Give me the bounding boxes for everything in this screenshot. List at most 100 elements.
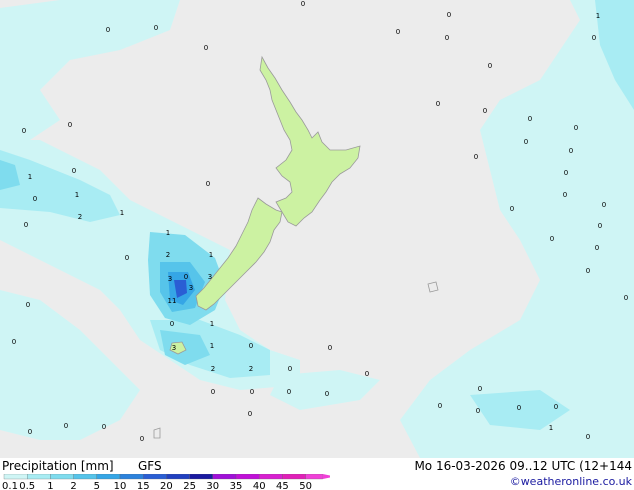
- scale-label: 25: [183, 481, 196, 490]
- point-value: 0: [517, 404, 521, 412]
- point-value: 0: [249, 342, 253, 350]
- point-value: 0: [26, 301, 30, 309]
- scale-label: 35: [230, 481, 243, 490]
- point-value: 0: [288, 365, 292, 373]
- point-value: 0: [12, 338, 16, 346]
- point-value: 0: [72, 167, 76, 175]
- scale-swatch: [305, 474, 323, 480]
- scale-swatch: [259, 474, 283, 480]
- point-value: 0: [287, 388, 291, 396]
- credit-link[interactable]: ©weatheronline.co.uk: [510, 475, 632, 488]
- point-value: 1: [596, 12, 600, 20]
- point-value: 0: [68, 121, 72, 129]
- point-value: 1: [28, 173, 32, 181]
- point-value: 0: [569, 147, 573, 155]
- point-value: 0: [592, 34, 596, 42]
- point-value: 2: [211, 365, 215, 373]
- scale-label: 20: [160, 481, 173, 490]
- point-value: 0: [211, 388, 215, 396]
- scale-swatch: [73, 474, 97, 480]
- model-name: GFS: [138, 459, 162, 473]
- legend-title: Precipitation [mm]: [2, 459, 114, 473]
- point-value: 0: [206, 180, 210, 188]
- point-value: 0: [488, 62, 492, 70]
- point-value: 0: [365, 370, 369, 378]
- point-value: 0: [64, 422, 68, 430]
- point-value: 0: [624, 294, 628, 302]
- point-value: 0: [33, 195, 37, 203]
- point-value: 0: [602, 201, 606, 209]
- scale-label: 2: [70, 481, 76, 490]
- point-value: 3: [168, 275, 172, 283]
- scale-label: 0.5: [19, 481, 35, 490]
- point-value: 0: [528, 115, 532, 123]
- point-value: 0: [396, 28, 400, 36]
- scale-label: 15: [137, 481, 150, 490]
- scale-swatch: [212, 474, 237, 480]
- scale-swatch: [235, 474, 260, 480]
- point-value: 0: [28, 428, 32, 436]
- point-value: 11: [168, 297, 177, 305]
- scale-arrow: [322, 474, 330, 479]
- point-value: 0: [22, 127, 26, 135]
- point-value: 0: [447, 11, 451, 19]
- scale-label: 45: [276, 481, 289, 490]
- point-value: 0: [586, 433, 590, 441]
- point-value: 0: [170, 320, 174, 328]
- scale-swatch: [96, 474, 121, 480]
- scale-swatch: [50, 474, 74, 480]
- point-value: 0: [563, 191, 567, 199]
- point-value: 3: [172, 344, 176, 352]
- point-value: 0: [436, 100, 440, 108]
- point-value: 0: [476, 407, 480, 415]
- point-value: 0: [125, 254, 129, 262]
- scale-label: 5: [94, 481, 100, 490]
- point-value: 0: [595, 244, 599, 252]
- point-value: 0: [550, 235, 554, 243]
- scale-swatch: [119, 474, 144, 480]
- point-value: 1: [210, 320, 214, 328]
- point-value: 0: [140, 435, 144, 443]
- point-value: 0: [248, 410, 252, 418]
- point-value: 0: [325, 390, 329, 398]
- point-value: 0: [250, 388, 254, 396]
- point-value: 0: [586, 267, 590, 275]
- point-value: 3: [208, 273, 212, 281]
- point-value: 0: [204, 44, 208, 52]
- point-value: 0: [445, 34, 449, 42]
- scale-swatch: [27, 474, 51, 480]
- point-value: 0: [106, 26, 110, 34]
- point-value: 0: [524, 138, 528, 146]
- auckland-islands: [153, 427, 161, 439]
- scale-swatch: [143, 474, 167, 480]
- point-value: 2: [166, 251, 170, 259]
- point-value: 0: [483, 107, 487, 115]
- point-value: 0: [564, 169, 568, 177]
- scale-swatch: [3, 474, 28, 480]
- point-value: 0: [510, 205, 514, 213]
- precipitation-map: 0 0 0 0 0 0 0 1 0 0 0 0 0 0 0 0 0 0 0 0 …: [0, 0, 634, 458]
- point-value: 0: [438, 402, 442, 410]
- point-value: 0: [474, 153, 478, 161]
- point-value: 0: [102, 423, 106, 431]
- scale-label: 50: [299, 481, 312, 490]
- point-value: 2: [249, 365, 253, 373]
- scale-swatch: [189, 474, 213, 480]
- point-value: 0: [574, 124, 578, 132]
- point-value: 0: [598, 222, 602, 230]
- scale-swatch: [282, 474, 306, 480]
- scale-swatch: [166, 474, 190, 480]
- point-value: 1: [166, 229, 170, 237]
- valid-time: Mo 16-03-2026 09..12 UTC (12+144: [414, 459, 632, 473]
- point-value: 3: [189, 284, 193, 292]
- point-value: 0: [478, 385, 482, 393]
- scale-label: 10: [114, 481, 127, 490]
- point-value: 1: [210, 342, 214, 350]
- point-value: 1: [75, 191, 79, 199]
- point-value: 0: [301, 0, 305, 8]
- precip-field: [0, 0, 634, 458]
- scale-label: 30: [206, 481, 219, 490]
- point-value: 1: [549, 424, 553, 432]
- point-value: 0: [328, 344, 332, 352]
- weather-map-frame: 0 0 0 0 0 0 0 1 0 0 0 0 0 0 0 0 0 0 0 0 …: [0, 0, 634, 490]
